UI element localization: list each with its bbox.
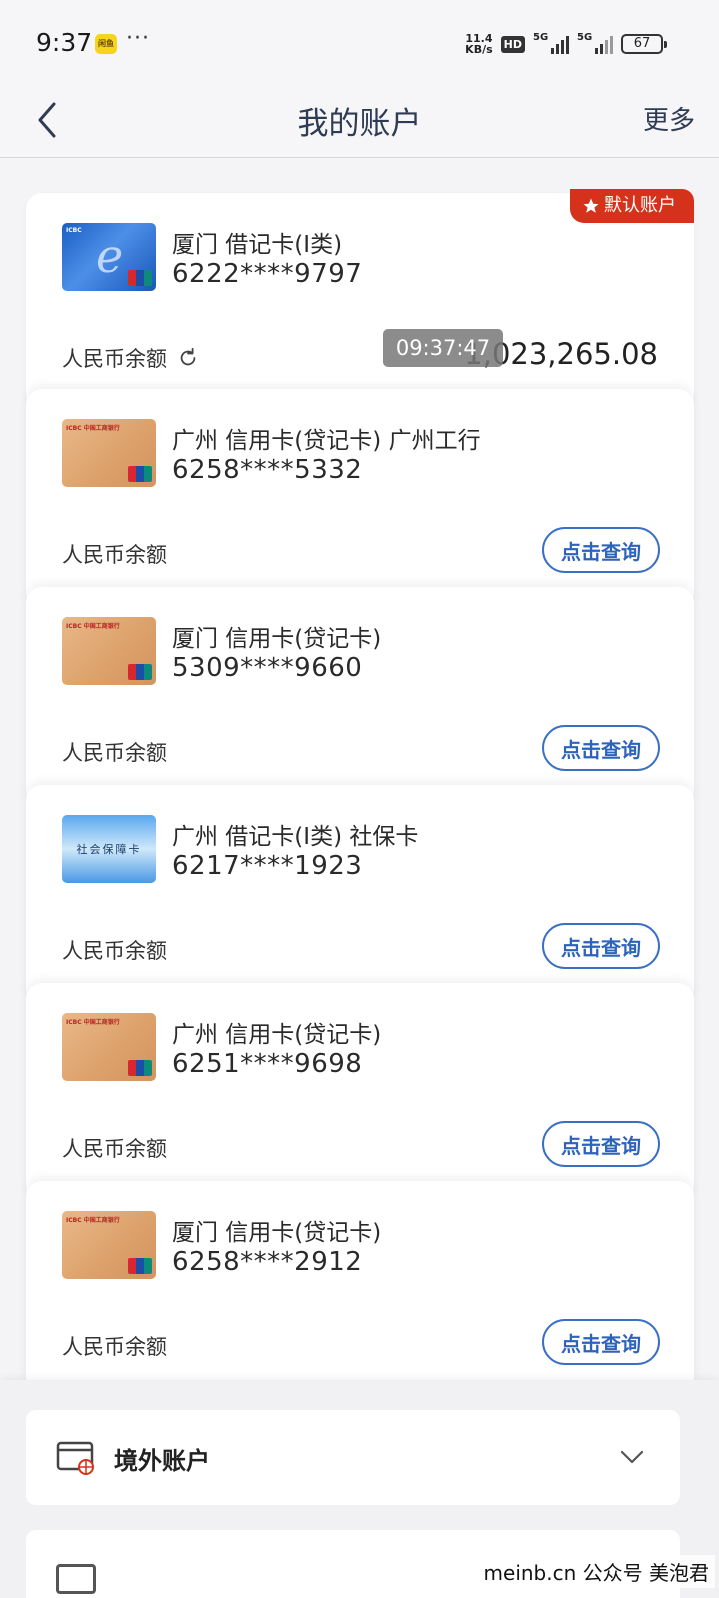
card-name: 广州 信用卡(贷记卡) [172,1022,382,1048]
watermark: meinb.cn 公众号 美泡君 [477,1555,715,1588]
query-balance-button[interactable]: 点击查询 [542,923,660,969]
signal-icon-1: 5G [533,32,569,54]
account-list: 默认账户 ICBC e 厦门 借记卡(I类) 6222****9797 人民币余… [26,189,694,1401]
card-name: 厦门 信用卡(贷记卡) [172,1220,382,1246]
query-balance-button[interactable]: 点击查询 [542,1319,660,1365]
card-image: ICBC 中国工商银行 [62,1013,156,1081]
default-account-badge: 默认账户 [570,189,694,223]
xianyu-app-icon: 闲鱼 [95,34,117,54]
account-card[interactable]: ICBC 中国工商银行 厦门 信用卡(贷记卡) 5309****9660 人民币… [26,587,694,807]
status-time: 9:37 [36,28,93,57]
card-image: ICBC 中国工商银行 [62,419,156,487]
unionpay-icon [128,466,152,482]
query-balance-button[interactable]: 点击查询 [542,527,660,573]
card-name: 广州 信用卡(贷记卡) 广州工行 [172,428,481,454]
card-number: 6222****9797 [172,259,363,289]
card-name: 广州 借记卡(I类) 社保卡 [172,824,419,850]
unionpay-icon [128,1060,152,1076]
signal-icon-2: 5G [577,32,613,54]
more-button[interactable]: 更多 [643,100,695,137]
network-speed: 11.4 KB/s [465,32,493,56]
card-number: 6251****9698 [172,1049,363,1079]
query-balance-button[interactable]: 点击查询 [542,725,660,771]
overseas-account-label: 境外账户 [114,1447,210,1475]
card-number: 6258****2912 [172,1247,363,1277]
status-bar: 9:37 闲鱼 ··· 11.4 KB/s HD 5G 5G 67 [0,0,719,84]
balance-label: 人民币余额 [62,939,167,963]
overseas-card-icon [56,1441,94,1475]
balance-label: 人民币余额 [62,741,167,765]
account-card[interactable]: ICBC 中国工商银行 广州 信用卡(贷记卡) 6251****9698 人民币… [26,983,694,1203]
unionpay-icon [128,664,152,680]
card-number: 5309****9660 [172,653,363,683]
card-name: 厦门 信用卡(贷记卡) [172,626,382,652]
card-number: 6258****5332 [172,455,363,485]
balance-label: 人民币余额 [62,1335,167,1359]
account-card[interactable]: ICBC 中国工商银行 厦门 信用卡(贷记卡) 6258****2912 人民币… [26,1181,694,1401]
time-overlay: 09:37:47 [383,329,503,367]
battery-icon: 67 [621,34,667,54]
balance-label: 人民币余额 [62,1137,167,1161]
query-balance-button[interactable]: 点击查询 [542,1121,660,1167]
card-image: ICBC e [62,223,156,291]
refresh-icon[interactable] [177,347,199,369]
star-icon [583,198,599,213]
card-image: ICBC 中国工商银行 [62,617,156,685]
chevron-down-icon[interactable] [620,1448,644,1466]
unionpay-icon [128,1258,152,1274]
account-card[interactable]: ICBC 中国工商银行 广州 信用卡(贷记卡) 广州工行 6258****533… [26,389,694,609]
unionpay-icon [128,270,152,286]
balance-label: 人民币余额 [62,543,167,567]
card-name: 厦门 借记卡(I类) [172,232,343,258]
overseas-account-row[interactable]: 境外账户 [26,1410,680,1505]
page-title: 我的账户 [297,106,422,142]
balance-label: 人民币余额 [62,343,199,373]
nav-header: 我的账户 更多 [0,84,719,158]
hd-voice-icon: HD [500,35,525,53]
card-image: ICBC 中国工商银行 [62,1211,156,1279]
card-image: 社会保障卡 [62,815,156,883]
more-notifications-icon: ··· [126,26,150,51]
account-icon [56,1564,96,1594]
card-number: 6217****1923 [172,851,363,881]
account-card[interactable]: 默认账户 ICBC e 厦门 借记卡(I类) 6222****9797 人民币余… [26,189,694,411]
account-card[interactable]: 社会保障卡 广州 借记卡(I类) 社保卡 6217****1923 人民币余额 … [26,785,694,1005]
